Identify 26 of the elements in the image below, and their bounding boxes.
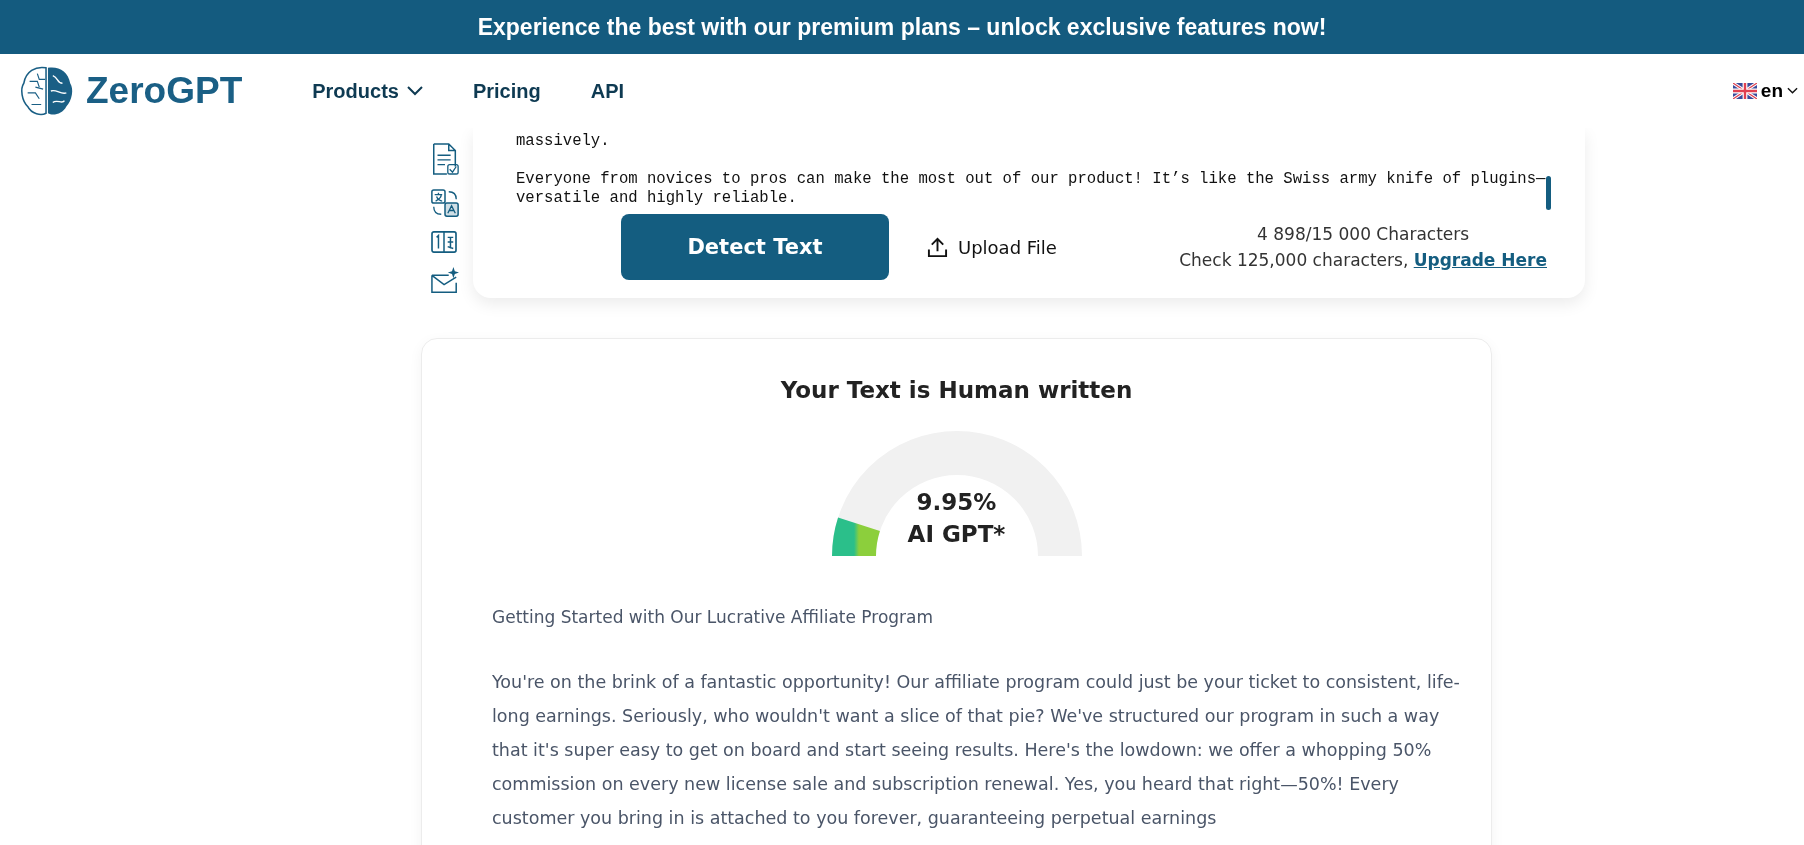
detect-text-button[interactable]: Detect Text: [621, 214, 889, 280]
upload-icon: [927, 236, 948, 258]
nav-link[interactable]: Products: [312, 79, 423, 103]
character-count: 4 898/15 000 Characters: [1257, 224, 1470, 244]
text-heading: Getting Started with Our Lucrative Affiliate Program: [492, 607, 935, 627]
text-editor[interactable]: massively. Everyone from novices to pros can make the most out of our product! It’s like the Swiss army knife of plugins— versatile and highly reliable.: [516, 128, 1546, 208]
upgrade-link[interactable]: Upgrade Here: [1413, 250, 1547, 270]
envelope-sparkle-icon[interactable]: [430, 266, 460, 294]
caret-icon: [1787, 87, 1798, 95]
logo-text[interactable]: ZeroGPT: [86, 70, 243, 112]
promo-banner[interactable]: Experience the best with our premium plans – unlock exclusive features now!: [0, 0, 1804, 54]
result-title: Your Text is Human written: [779, 377, 1134, 403]
upgrade-note: Check 125,000 characters,: [1179, 250, 1409, 270]
caret-icon: [406, 86, 423, 96]
text-paragraph: You're on the brink of a fantastic opportunity! Our affiliate program could just be your ticket to consistent, life-long earnings. Seriously, who wouldn't want a slice of that pie? We've structured our program in such a way that it's super easy to get on board and start seeing results. Here's the lowdown: we offer a whopping 50% commission on every new license sale and subscription renewal. Yes, you heard that right—50%! Every customer you bring in is attached to you forever, guaranteeing perpetual earnings: [492, 671, 1461, 830]
split-square-icon[interactable]: [430, 230, 458, 254]
nav-link[interactable]: API: [590, 79, 625, 103]
flag-icon: [1732, 83, 1757, 99]
language-selector[interactable]: en: [1732, 80, 1798, 102]
upload-file-button[interactable]: Upload File: [921, 235, 1063, 259]
nav-link[interactable]: Pricing: [472, 79, 541, 103]
gauge-label: AI GPT*: [907, 521, 1006, 547]
document-check-icon[interactable]: [430, 142, 460, 176]
gauge-value: 9.95%: [916, 489, 997, 515]
translate-icon[interactable]: [430, 188, 460, 218]
scrollbar-thumb[interactable]: [1546, 176, 1551, 210]
